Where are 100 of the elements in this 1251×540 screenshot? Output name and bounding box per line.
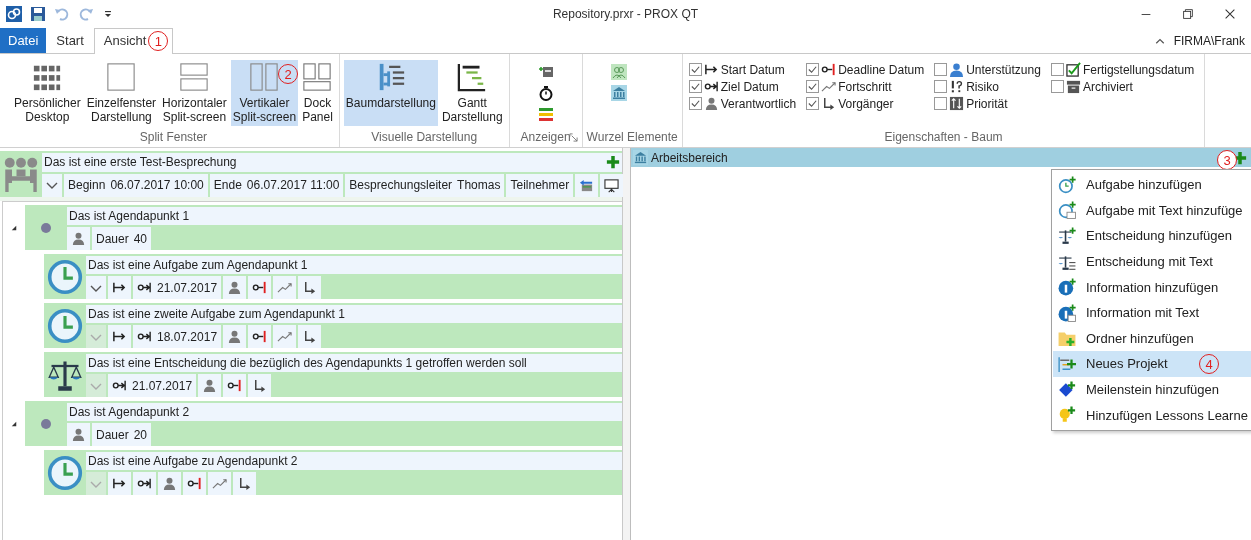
checkbox[interactable]: [1050, 80, 1064, 93]
checkbox[interactable]: [806, 63, 820, 76]
person-icon: [703, 96, 719, 111]
start-arrow-icon: [703, 62, 719, 77]
expand-chevron[interactable]: [42, 173, 62, 197]
property-chip[interactable]: [133, 472, 156, 495]
item-title: Das ist eine zweite Aufgabe zum Agendapunkt 1: [88, 307, 346, 322]
property-chip[interactable]: [223, 374, 247, 397]
property-chip[interactable]: [108, 276, 131, 299]
property-chip[interactable]: 21.07.2017: [108, 374, 197, 397]
ribbon-button[interactable]: Dock Panel: [300, 60, 335, 126]
field-value: 40: [133, 231, 148, 246]
field-chip[interactable]: Dauer 20: [92, 423, 152, 446]
ribbon-button[interactable]: Horizontaler Split-screen: [160, 60, 229, 126]
property-chip[interactable]: [108, 472, 131, 495]
add-item-icon[interactable]: [537, 64, 554, 80]
dropdown-icon[interactable]: [102, 8, 114, 20]
field-label: Dauer: [96, 427, 129, 442]
ribbon-button[interactable]: Einzelfenster Darstellung: [84, 60, 159, 126]
property-chip[interactable]: [298, 325, 322, 348]
close-icon[interactable]: [1223, 7, 1237, 21]
menu-item[interactable]: Information hinzufügen: [1053, 274, 1251, 300]
key-end-mark-icon: [252, 329, 268, 345]
field-chip[interactable]: Ende 06.07.2017 11:00: [209, 173, 344, 197]
checkbox-label: Fortschritt: [838, 79, 893, 94]
property-chip[interactable]: [298, 276, 322, 299]
property-chip[interactable]: [600, 173, 624, 197]
property-chip[interactable]: [233, 472, 256, 495]
restore-icon[interactable]: [1181, 7, 1195, 21]
item-title: Das ist Agendapunkt 2: [69, 405, 191, 420]
group-label: Wurzel Elemente: [586, 130, 678, 144]
menu-item[interactable]: Information mit Text: [1053, 299, 1251, 326]
checkbox[interactable]: [688, 63, 702, 76]
field-chip[interactable]: Beginn 06.07.2017 10:00: [64, 173, 208, 197]
checkbox[interactable]: [1050, 63, 1064, 76]
field-chip[interactable]: Teilnehmer: [506, 173, 574, 197]
property-chip[interactable]: [108, 325, 131, 348]
scales-plus-icon: [1058, 227, 1076, 245]
property-chip[interactable]: [248, 276, 272, 299]
checkbox[interactable]: [934, 63, 948, 76]
window-title: Repository.prxr - PROX QT: [552, 7, 699, 21]
checkbox-label: Vorgänger: [838, 96, 895, 111]
checkbox[interactable]: [688, 97, 702, 110]
property-chip[interactable]: [248, 325, 272, 348]
person-icon: [202, 378, 218, 394]
ribbon-button[interactable]: Baumdarstellung: [343, 60, 438, 126]
property-chip[interactable]: [183, 472, 206, 495]
meeting-title: Das ist eine erste Test-Besprechung: [44, 155, 238, 170]
key-end-mark-icon: [227, 378, 243, 394]
key-arrow-icon: [703, 79, 719, 94]
person-icon: [71, 427, 86, 443]
menu-item[interactable]: Aufgabe hinzufügen: [1053, 172, 1251, 198]
window-icon: [106, 62, 137, 92]
property-chip[interactable]: 18.07.2017: [133, 325, 222, 348]
checkbox[interactable]: [806, 97, 820, 110]
clock-note-icon: [1058, 201, 1076, 220]
save-icon[interactable]: [30, 6, 46, 22]
user-name: FIRMA\Frank: [1173, 34, 1245, 48]
person-icon: [227, 329, 243, 345]
field-chip[interactable]: Besprechungsleiter Thomas: [345, 173, 505, 197]
file-tab[interactable]: Datei: [0, 28, 47, 53]
key-end-mark-icon: [821, 62, 837, 77]
ribbon-tab[interactable]: Start: [46, 28, 94, 53]
menu-item[interactable]: Meilenstein hinzufügen: [1053, 376, 1251, 403]
dialog-launcher-icon[interactable]: [568, 133, 578, 142]
app-logo-icon[interactable]: [6, 6, 22, 22]
menu-item[interactable]: Hinzufügen Lessons Learne: [1053, 402, 1251, 428]
corner-arrow-icon: [302, 329, 318, 345]
person-icon: [949, 62, 965, 77]
property-chip[interactable]: [248, 374, 272, 397]
people-icon[interactable]: [610, 64, 627, 80]
date-value: 21.07.2017: [157, 280, 218, 295]
ribbon-button[interactable]: Gantt Darstellung: [439, 60, 505, 126]
checkbox[interactable]: [934, 80, 948, 93]
checkbox[interactable]: [934, 97, 948, 110]
expanded-triangle-icon[interactable]: [11, 225, 17, 231]
key-end-mark-icon: [252, 280, 268, 296]
field-label: Beginn: [68, 178, 106, 193]
menu-item[interactable]: Entscheidung mit Text: [1053, 248, 1251, 275]
expand-chevron[interactable]: [86, 276, 106, 299]
traffic-bars-icon[interactable]: [537, 106, 554, 122]
vertical-split-icon: [249, 62, 280, 92]
checkbox-label: Priorität: [966, 96, 1009, 111]
menu-item[interactable]: Ordner hinzufügen: [1053, 325, 1251, 352]
ribbon-button[interactable]: Persönlicher Desktop: [12, 60, 83, 126]
menu-item[interactable]: Aufgabe mit Text hinzufüge: [1053, 197, 1251, 224]
field-label: Besprechungsleiter: [349, 178, 453, 193]
property-chip[interactable]: 21.07.2017: [133, 276, 222, 299]
menu-item[interactable]: Entscheidung hinzufügen: [1053, 223, 1251, 249]
field-chip[interactable]: Dauer 40: [92, 227, 152, 250]
building-icon[interactable]: [610, 85, 627, 101]
add-icon[interactable]: [606, 155, 620, 170]
workspace-title: Arbeitsbereich: [651, 150, 728, 165]
checkbox-label: Ziel Datum: [720, 79, 780, 94]
checkbox[interactable]: [688, 80, 702, 93]
checkbox[interactable]: [806, 80, 820, 93]
field-label: Ende: [213, 178, 242, 193]
expanded-triangle-icon[interactable]: [11, 421, 17, 427]
person-icon: [162, 476, 177, 492]
stopwatch-icon[interactable]: [537, 85, 554, 101]
